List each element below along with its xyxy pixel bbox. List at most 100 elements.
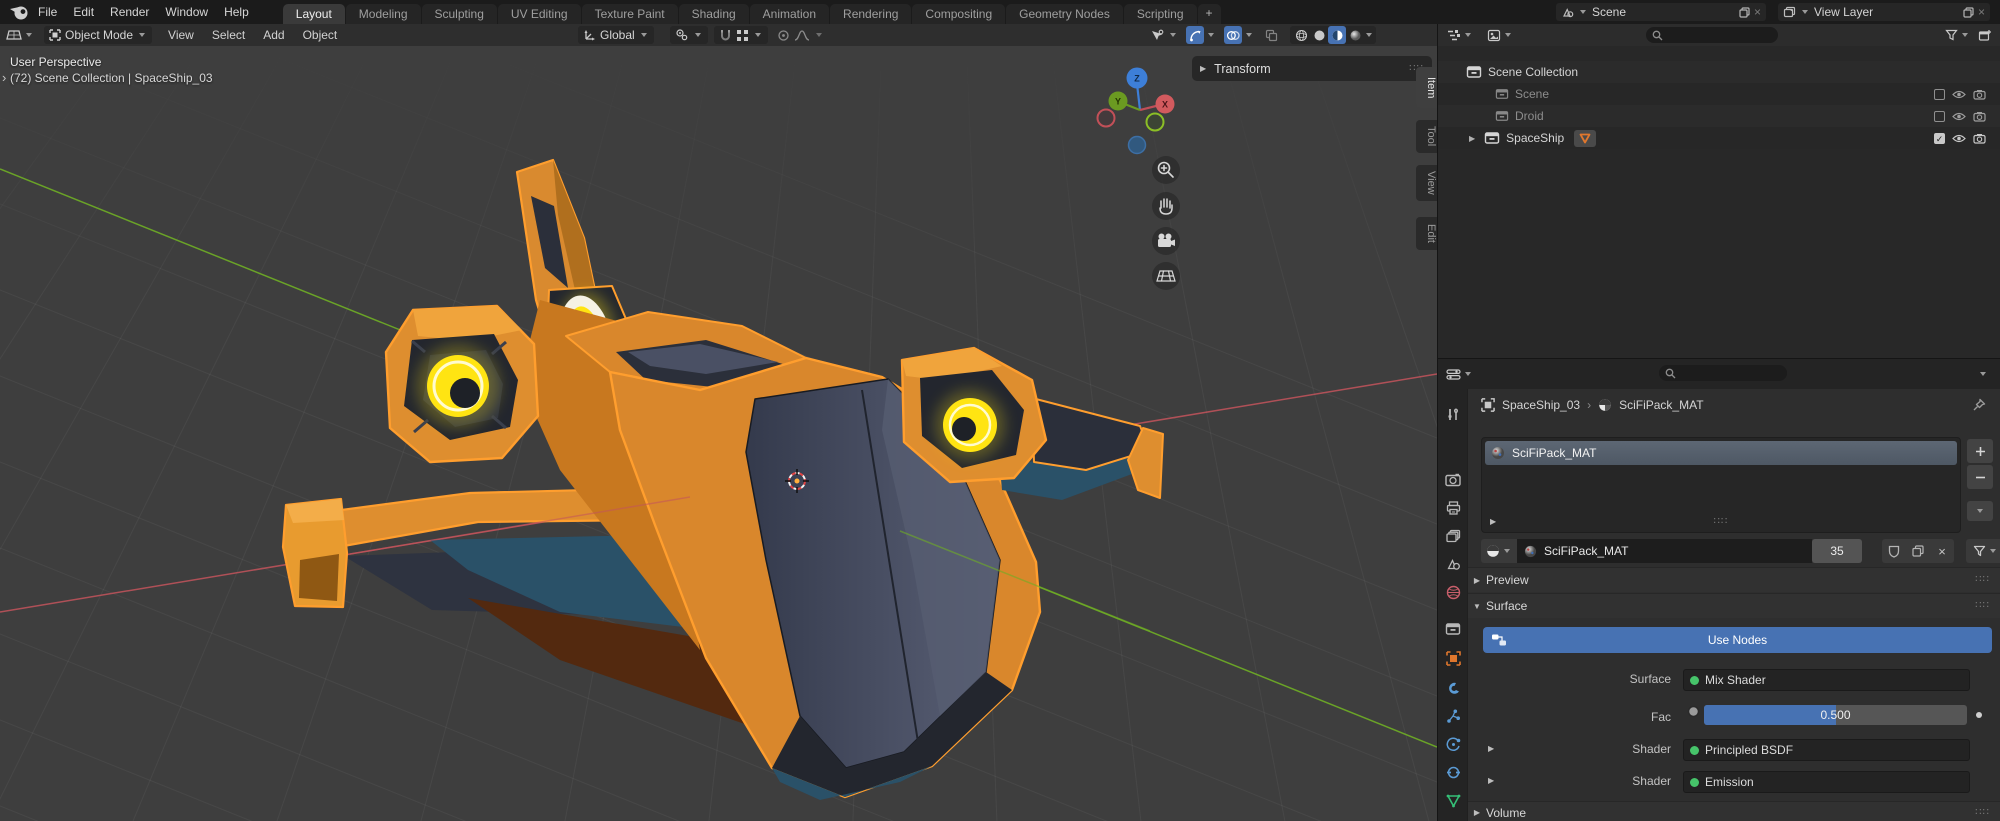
fake-user-button[interactable] (1882, 539, 1906, 563)
menu-select[interactable]: Select (204, 24, 253, 46)
mode-dropdown[interactable]: Object Mode (44, 26, 152, 44)
tab-scripting[interactable]: Scripting (1124, 4, 1197, 24)
tab-tool[interactable] (1441, 402, 1465, 426)
tab-view-layer[interactable] (1441, 524, 1465, 548)
snap-controls[interactable] (714, 26, 768, 44)
sidebar-tab-tool[interactable]: Tool (1416, 120, 1437, 153)
list-resize-grip[interactable]: ∷∷ (1714, 517, 1729, 527)
surface-shader-dropdown[interactable]: Mix Shader (1683, 669, 1970, 691)
tab-modifiers[interactable] (1441, 676, 1465, 700)
add-workspace-button[interactable]: + (1198, 4, 1221, 24)
material-slot-list[interactable]: SciFiPack_MAT ▶ ∷∷ (1481, 437, 1961, 533)
properties-editor-type-button[interactable] (1446, 368, 1473, 381)
tab-output[interactable] (1441, 496, 1465, 520)
unlink-material-button[interactable]: × (1930, 539, 1954, 563)
editor-type-button[interactable] (6, 28, 34, 42)
sidebar-tab-view[interactable]: View (1416, 165, 1437, 201)
outliner-editor-type-button[interactable] (1446, 29, 1473, 42)
slot-list-expand-icon[interactable]: ▶ (1490, 517, 1496, 526)
breadcrumb-material[interactable]: SciFiPack_MAT (1619, 398, 1703, 412)
eye-icon[interactable] (1952, 133, 1966, 144)
exclude-checkbox[interactable] (1934, 89, 1945, 100)
tab-shading[interactable]: Shading (679, 4, 749, 24)
chevron-down-icon[interactable] (1980, 372, 1986, 376)
proportional-editing-controls[interactable] (772, 26, 829, 44)
show-gizmo-toggle[interactable] (1186, 26, 1204, 44)
zoom-button[interactable] (1152, 156, 1180, 184)
gizmo-neg-z[interactable] (1129, 137, 1146, 154)
new-scene-icon[interactable] (1739, 7, 1750, 18)
view-layer-selector[interactable]: View Layer × (1778, 3, 1990, 21)
outliner-row-scene-collection[interactable]: Scene Collection (1438, 61, 2000, 83)
tab-geometry-nodes[interactable]: Geometry Nodes (1006, 4, 1123, 24)
sidebar-tab-edit[interactable]: Edit (1416, 217, 1437, 250)
menu-render[interactable]: Render (102, 0, 157, 24)
properties-search[interactable] (1659, 365, 1787, 381)
shading-material-button[interactable] (1328, 26, 1346, 44)
tab-modeling[interactable]: Modeling (346, 4, 421, 24)
exclude-checkbox[interactable]: ✓ (1934, 133, 1945, 144)
pan-button[interactable] (1152, 192, 1180, 220)
camera-icon[interactable] (1973, 89, 1986, 100)
tab-texture-paint[interactable]: Texture Paint (582, 4, 678, 24)
tab-object-data[interactable] (1441, 789, 1465, 813)
pivot-dropdown[interactable] (670, 26, 708, 44)
transform-panel-header[interactable]: ▶ Transform ∷∷ (1192, 56, 1432, 81)
tab-object[interactable] (1441, 646, 1465, 670)
show-overlays-toggle[interactable] (1224, 26, 1242, 44)
browse-material-button[interactable] (1481, 539, 1517, 563)
tab-rendering[interactable]: Rendering (830, 4, 911, 24)
animate-dot-icon[interactable] (1976, 712, 1982, 718)
menu-view[interactable]: View (160, 24, 202, 46)
gizmo-neg-y[interactable] (1147, 114, 1164, 131)
tab-uv-editing[interactable]: UV Editing (498, 4, 581, 24)
link-material-dropdown[interactable] (1966, 539, 2000, 563)
menu-file[interactable]: File (30, 0, 65, 24)
new-collection-button[interactable] (1978, 29, 1992, 42)
shading-rendered-button[interactable] (1346, 26, 1364, 44)
outliner-row-scene[interactable]: Scene (1438, 83, 2000, 105)
tab-physics[interactable] (1441, 732, 1465, 756)
users-count-button[interactable]: 35 (1812, 539, 1862, 563)
panel-surface[interactable]: ▼ Surface ∷∷ (1468, 593, 2000, 618)
shader1-dropdown[interactable]: Principled BSDF (1683, 739, 1970, 761)
exclude-checkbox[interactable] (1934, 111, 1945, 122)
shading-solid-button[interactable] (1310, 26, 1328, 44)
blender-logo-icon[interactable] (8, 3, 30, 21)
orientation-dropdown[interactable]: Global (578, 26, 654, 44)
menu-help[interactable]: Help (216, 0, 257, 24)
eye-icon[interactable] (1952, 111, 1966, 122)
tab-world[interactable] (1441, 580, 1465, 604)
remove-slot-button[interactable] (1967, 465, 1993, 489)
tab-scene[interactable] (1441, 552, 1465, 576)
outliner-search[interactable] (1646, 27, 1778, 43)
tab-collection[interactable] (1441, 617, 1465, 641)
panel-grip[interactable]: ∷∷ (1975, 575, 1990, 585)
breadcrumb-object[interactable]: SpaceShip_03 (1502, 398, 1580, 412)
camera-icon[interactable] (1973, 133, 1986, 144)
panel-volume[interactable]: ▶ Volume ∷∷ (1468, 801, 2000, 821)
panel-grip[interactable]: ∷∷ (1975, 808, 1990, 818)
remove-view-layer-icon[interactable]: × (1978, 5, 1985, 19)
tab-animation[interactable]: Animation (750, 4, 829, 24)
expand-icon[interactable]: ▶ (1469, 134, 1475, 143)
new-view-layer-icon[interactable] (1963, 7, 1974, 18)
menu-add[interactable]: Add (255, 24, 292, 46)
eye-icon[interactable] (1952, 89, 1966, 100)
material-slot-active[interactable]: SciFiPack_MAT (1485, 441, 1957, 465)
panel-grip[interactable]: ∷∷ (1975, 601, 1990, 611)
shader2-dropdown[interactable]: Emission (1683, 771, 1970, 793)
panel-preview[interactable]: ▶ Preview ∷∷ (1468, 567, 2000, 592)
new-material-button[interactable] (1906, 539, 1930, 563)
tab-particles[interactable] (1441, 704, 1465, 728)
material-name-field[interactable]: SciFiPack_MAT (1517, 539, 1812, 563)
tab-sculpting[interactable]: Sculpting (422, 4, 497, 24)
shading-wireframe-button[interactable] (1292, 26, 1310, 44)
viewport-3d[interactable]: Z Y X (0, 46, 1437, 821)
tab-compositing[interactable]: Compositing (912, 4, 1005, 24)
tab-render[interactable] (1441, 468, 1465, 492)
outliner-row-spaceship[interactable]: ▶ SpaceShip ✓ (1438, 127, 2000, 149)
xray-toggle[interactable] (1262, 26, 1280, 44)
unlink-scene-icon[interactable]: × (1754, 5, 1761, 19)
slot-specials-button[interactable] (1967, 501, 1993, 521)
